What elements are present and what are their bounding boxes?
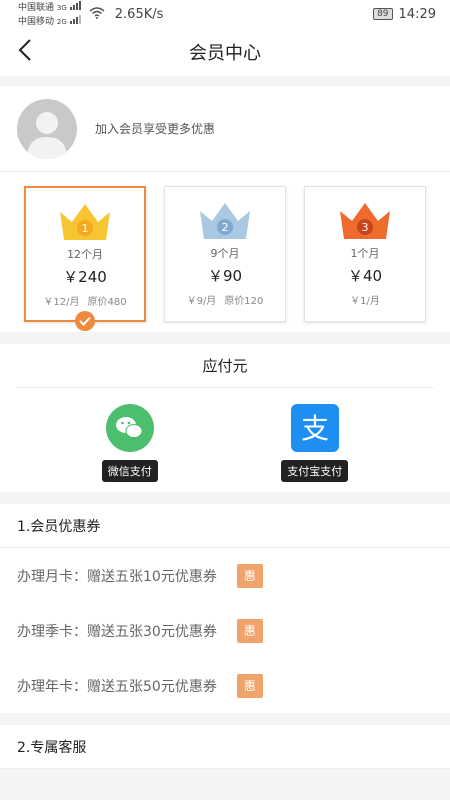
signal-icon bbox=[69, 0, 81, 10]
plan-card-9-month[interactable]: 2 9个月 ￥90 ￥9/月 原价120 bbox=[164, 186, 286, 322]
signal-icon bbox=[69, 14, 81, 24]
amount-due: 应付元 bbox=[16, 344, 434, 388]
network-speed: 2.65K/s bbox=[114, 6, 164, 22]
carrier-info: 中国联通 3G 中国移动 2G bbox=[18, 0, 81, 28]
discount-badge: 惠 bbox=[236, 673, 263, 698]
list-item: 办理月卡：赠送五张10元优惠券 惠 bbox=[0, 548, 450, 603]
service-section: 2.专属客服 bbox=[0, 725, 450, 769]
alipay-button[interactable]: 支 支付宝支付 bbox=[281, 404, 349, 482]
plan-original-price: 原价480 bbox=[87, 297, 127, 308]
status-bar: 中国联通 3G 中国移动 2G 2.65K/s 89 14:29 bbox=[0, 0, 450, 28]
plan-price: ￥90 bbox=[207, 267, 243, 285]
chevron-left-icon bbox=[18, 39, 32, 65]
profile-section: 加入会员享受更多优惠 bbox=[0, 86, 450, 172]
coupon-section-title: 1.会员优惠券 bbox=[0, 504, 450, 548]
discount-badge: 惠 bbox=[236, 618, 263, 643]
svg-text:3: 3 bbox=[362, 221, 369, 234]
plan-per-month: ￥12/月 bbox=[43, 297, 80, 308]
carrier-2-net: 2G bbox=[56, 18, 67, 26]
service-section-title: 2.专属客服 bbox=[0, 725, 450, 769]
plan-price: ￥40 bbox=[347, 267, 383, 285]
wifi-icon bbox=[89, 6, 105, 22]
wechat-pay-label: 微信支付 bbox=[101, 460, 158, 482]
svg-text:1: 1 bbox=[82, 222, 89, 235]
coupon-text: 办理季卡：赠送五张30元优惠券 bbox=[17, 623, 217, 640]
crown-bronze-icon: 3 bbox=[338, 201, 392, 241]
carrier-1-net: 3G bbox=[56, 4, 67, 12]
join-prompt[interactable]: 加入会员享受更多优惠 bbox=[95, 120, 215, 137]
plan-original-price: 原价120 bbox=[224, 296, 264, 307]
carrier-2: 中国移动 bbox=[18, 17, 55, 27]
crown-gold-icon: 1 bbox=[58, 202, 112, 242]
plan-list: 1 12个月 ￥240 ￥12/月 原价480 2 9个月 ￥90 ￥9/月 原价1… bbox=[0, 172, 450, 332]
check-icon bbox=[75, 311, 95, 331]
payment-section: 应付元 微信支付 支 支付宝支付 bbox=[0, 344, 450, 492]
page-title: 会员中心 bbox=[189, 43, 261, 64]
svg-text:支: 支 bbox=[301, 412, 329, 445]
battery-icon: 89 bbox=[373, 8, 393, 20]
back-button[interactable] bbox=[18, 38, 42, 66]
coupon-text: 办理月卡：赠送五张10元优惠券 bbox=[17, 568, 217, 585]
plan-duration: 9个月 bbox=[210, 247, 240, 260]
alipay-label: 支付宝支付 bbox=[281, 460, 349, 482]
plan-card-12-month[interactable]: 1 12个月 ￥240 ￥12/月 原价480 bbox=[24, 186, 146, 331]
crown-silver-icon: 2 bbox=[198, 201, 252, 241]
alipay-icon: 支 bbox=[290, 404, 339, 452]
plan-per-month: ￥1/月 bbox=[350, 296, 380, 307]
clock: 14:29 bbox=[398, 6, 436, 22]
svg-text:2: 2 bbox=[222, 221, 229, 234]
avatar[interactable] bbox=[17, 98, 77, 159]
plan-card-1-month[interactable]: 3 1个月 ￥40 ￥1/月 bbox=[304, 186, 426, 322]
wechat-pay-button[interactable]: 微信支付 bbox=[101, 404, 158, 482]
coupon-section: 1.会员优惠券 办理月卡：赠送五张10元优惠券 惠 办理季卡：赠送五张30元优惠… bbox=[0, 504, 450, 713]
plan-duration: 12个月 bbox=[67, 248, 103, 261]
nav-bar: 会员中心 bbox=[0, 28, 450, 76]
discount-badge: 惠 bbox=[236, 563, 263, 588]
plan-duration: 1个月 bbox=[350, 247, 380, 260]
plan-price: ￥240 bbox=[63, 268, 107, 286]
list-item: 办理年卡：赠送五张50元优惠券 惠 bbox=[0, 658, 450, 713]
coupon-text: 办理年卡：赠送五张50元优惠券 bbox=[17, 678, 217, 695]
wechat-icon bbox=[105, 404, 154, 452]
list-item: 办理季卡：赠送五张30元优惠券 惠 bbox=[0, 603, 450, 658]
carrier-1: 中国联通 bbox=[18, 3, 55, 13]
plan-per-month: ￥9/月 bbox=[186, 296, 217, 307]
